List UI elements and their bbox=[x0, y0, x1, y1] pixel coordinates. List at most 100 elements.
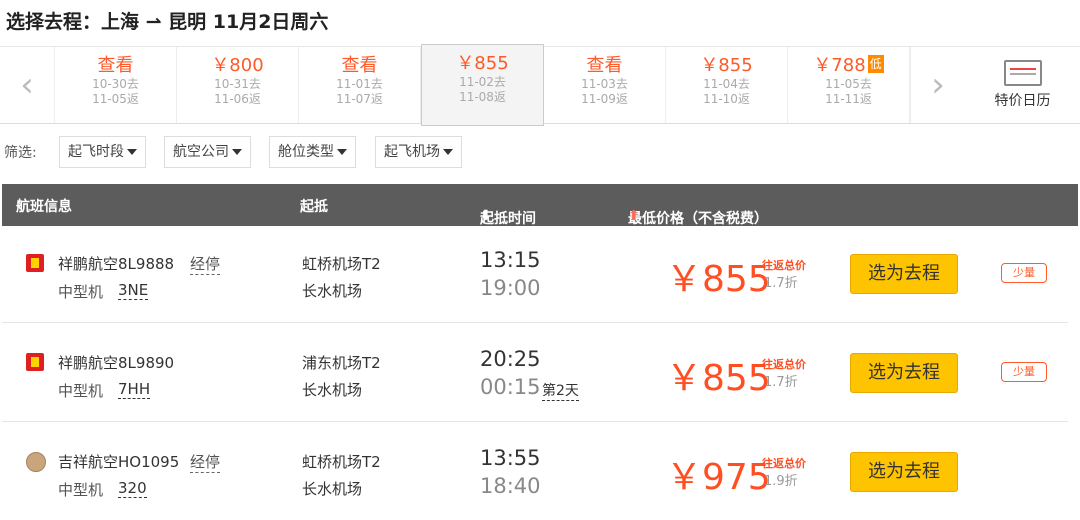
luckyair-logo-icon bbox=[26, 353, 44, 371]
discount: 1.9折 bbox=[764, 474, 798, 489]
date-cell[interactable]: ￥788 低 11-05去 11-11返 bbox=[788, 47, 910, 123]
date-depart: 10-31去 bbox=[214, 77, 261, 91]
arrival-airport: 长水机场 bbox=[302, 282, 363, 300]
calendar-label: 特价日历 bbox=[994, 93, 1051, 109]
filter-departure-airport[interactable]: 起飞机场 bbox=[375, 136, 462, 168]
date-price: 查看 bbox=[586, 55, 623, 76]
next-day-tag[interactable]: 第2天 bbox=[542, 380, 579, 401]
date-price: ￥855 bbox=[700, 55, 753, 76]
chevron-right-icon[interactable]: › bbox=[910, 47, 965, 123]
few-seats-badge: 少量 bbox=[1001, 263, 1047, 283]
flight-row: 祥鹏航空8L9888 经停 中型机 3NE 虹桥机场T2 长水机场 13:15 … bbox=[2, 226, 1068, 323]
date-return: 11-08返 bbox=[459, 90, 506, 104]
arrival-time: 00:15 bbox=[480, 375, 541, 399]
date-cell[interactable]: 查看 11-03去 11-09返 bbox=[544, 47, 666, 123]
discount: 1.7折 bbox=[764, 276, 798, 291]
date-price: ￥800 bbox=[211, 55, 264, 76]
date-strip: ‹ 查看 10-30去 11-05返 ￥800 10-31去 11-06返 查看… bbox=[0, 44, 1080, 126]
date-cell[interactable]: 查看 11-01去 11-07返 bbox=[299, 47, 421, 123]
arrival-time: 18:40 bbox=[480, 474, 541, 498]
caret-down-icon bbox=[443, 149, 453, 155]
title-bar: 选择去程：上海 ⇀ 昆明 11月2日周六 bbox=[0, 0, 1080, 44]
filter-text: 航空公司 bbox=[173, 144, 229, 160]
aircraft-size: 中型机 bbox=[58, 481, 104, 499]
header-route: 起抵 bbox=[300, 199, 328, 215]
header-price-label: 最低价格（不含税费） bbox=[628, 211, 768, 227]
date-depart: 10-30去 bbox=[92, 77, 139, 91]
filter-text: 起飞机场 bbox=[384, 144, 440, 160]
date-price: 查看 bbox=[97, 55, 134, 76]
date-return: 11-05返 bbox=[92, 92, 139, 106]
filter-text: 起飞时段 bbox=[68, 144, 124, 160]
date-depart: 11-01去 bbox=[336, 77, 383, 91]
filter-label: 筛选: bbox=[4, 145, 37, 161]
select-outbound-button[interactable]: 选为去程 bbox=[850, 353, 958, 393]
few-seats-badge: 少量 bbox=[1001, 362, 1047, 382]
filter-text: 舱位类型 bbox=[278, 144, 334, 160]
arrival-airport: 长水机场 bbox=[302, 381, 363, 399]
date-return: 11-09返 bbox=[581, 92, 628, 106]
caret-down-icon bbox=[232, 149, 242, 155]
price: ￥855 bbox=[666, 259, 771, 300]
round-trip-total-label: 往返总价 bbox=[762, 457, 806, 470]
special-price-calendar[interactable]: 特价日历 bbox=[965, 47, 1080, 123]
date-price: ￥855 bbox=[456, 53, 509, 74]
sort-down-icon: ⬇ bbox=[480, 208, 492, 224]
date-price-wrap: ￥788 低 bbox=[788, 55, 909, 77]
date-return: 11-11返 bbox=[825, 92, 872, 106]
stopover-tag[interactable]: 经停 bbox=[190, 451, 221, 473]
calendar-icon bbox=[1003, 60, 1042, 86]
discount: 1.7折 bbox=[764, 375, 798, 390]
low-price-badge: 低 bbox=[867, 55, 884, 73]
stopover-tag[interactable]: 经停 bbox=[190, 253, 221, 275]
filter-cabin-class[interactable]: 舱位类型 bbox=[269, 136, 356, 168]
round-trip-total-label: 往返总价 bbox=[762, 259, 806, 272]
date-depart: 11-04去 bbox=[703, 77, 750, 91]
round-trip-total-label: 往返总价 bbox=[762, 358, 806, 371]
chevron-left-icon[interactable]: ‹ bbox=[0, 47, 55, 123]
date-depart: 11-03去 bbox=[581, 77, 628, 91]
page-title: 选择去程：上海 ⇀ 昆明 11月2日周六 bbox=[6, 11, 329, 33]
date-depart: 11-05去 bbox=[825, 77, 872, 91]
flight-row: 祥鹏航空8L9890 中型机 7HH 浦东机场T2 长水机场 20:25 00:… bbox=[2, 325, 1068, 422]
date-price: ￥788 bbox=[813, 55, 866, 76]
date-cell[interactable]: 查看 10-30去 11-05返 bbox=[55, 47, 177, 123]
sort-up-icon: ⬆ bbox=[628, 208, 640, 224]
departure-airport: 浦东机场T2 bbox=[302, 354, 381, 372]
price: ￥975 bbox=[666, 457, 771, 498]
juneyao-logo-icon bbox=[26, 452, 46, 472]
airline-flight-number: 祥鹏航空8L9888 bbox=[58, 255, 175, 273]
date-return: 11-07返 bbox=[336, 92, 383, 106]
caret-down-icon bbox=[337, 149, 347, 155]
aircraft-code[interactable]: 320 bbox=[118, 479, 147, 498]
date-cell[interactable]: ￥855 11-04去 11-10返 bbox=[666, 47, 788, 123]
header-flight-info: 航班信息 bbox=[16, 199, 72, 215]
date-depart: 11-02去 bbox=[459, 75, 506, 89]
luckyair-logo-icon bbox=[26, 254, 44, 272]
price: ￥855 bbox=[666, 358, 771, 399]
arrival-time: 19:00 bbox=[480, 276, 541, 300]
departure-airport: 虹桥机场T2 bbox=[302, 453, 381, 471]
select-outbound-button[interactable]: 选为去程 bbox=[850, 452, 958, 492]
select-outbound-button[interactable]: 选为去程 bbox=[850, 254, 958, 294]
flight-row: 吉祥航空HO1095 经停 中型机 320 虹桥机场T2 长水机场 13:55 … bbox=[2, 424, 1068, 520]
airline-flight-number: 祥鹏航空8L9890 bbox=[58, 354, 175, 372]
date-return: 11-10返 bbox=[703, 92, 750, 106]
departure-time: 13:55 bbox=[480, 446, 541, 470]
aircraft-code[interactable]: 7HH bbox=[118, 380, 151, 399]
date-return: 11-06返 bbox=[214, 92, 261, 106]
aircraft-size: 中型机 bbox=[58, 382, 104, 400]
caret-down-icon bbox=[127, 149, 137, 155]
airline-flight-number: 吉祥航空HO1095 bbox=[58, 453, 180, 471]
filter-departure-time[interactable]: 起飞时段 bbox=[59, 136, 146, 168]
arrival-airport: 长水机场 bbox=[302, 480, 363, 498]
date-cell[interactable]: ￥800 10-31去 11-06返 bbox=[177, 47, 299, 123]
date-price: 查看 bbox=[341, 55, 378, 76]
aircraft-size: 中型机 bbox=[58, 283, 104, 301]
departure-time: 13:15 bbox=[480, 248, 541, 272]
date-cell-selected[interactable]: ￥855 11-02去 11-08返 bbox=[421, 44, 544, 126]
table-header: 航班信息 起抵 起抵时间 ⬇ 最低价格（不含税费） ⬆ bbox=[2, 184, 1078, 227]
aircraft-code[interactable]: 3NE bbox=[118, 281, 149, 300]
filter-airline[interactable]: 航空公司 bbox=[164, 136, 251, 168]
departure-airport: 虹桥机场T2 bbox=[302, 255, 381, 273]
